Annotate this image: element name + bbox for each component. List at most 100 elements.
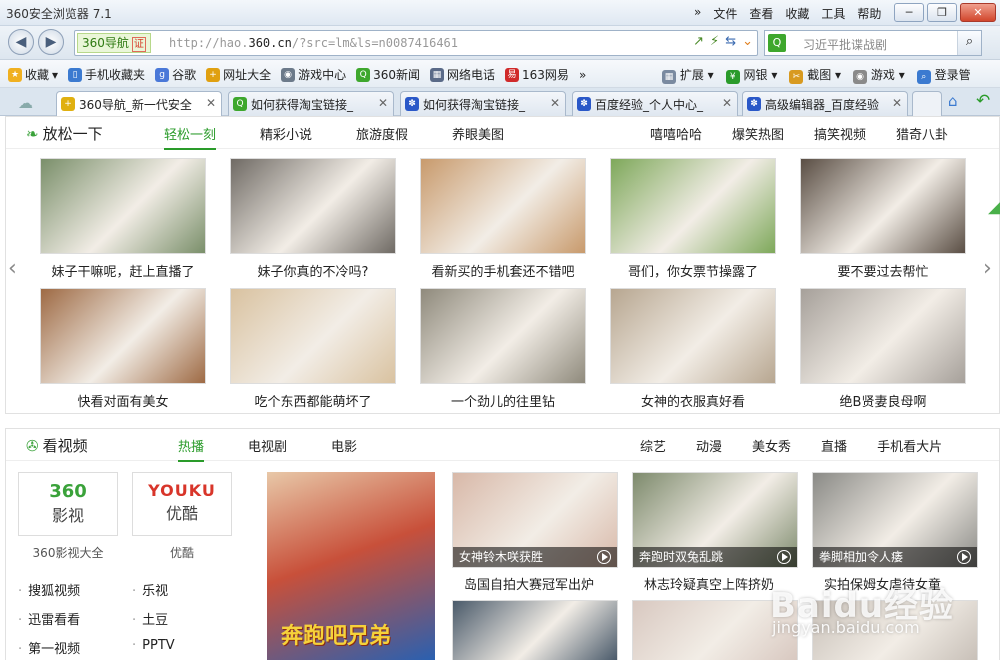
menu-view[interactable]: 查看 [749, 5, 773, 22]
fav-item-games[interactable]: ◉ 游戏中心 [281, 66, 346, 83]
tab-360-nav[interactable]: + 360导航_新一代安全 ✕ [56, 91, 222, 116]
relax-caption-4[interactable]: 哥们，你女票节操露了 [610, 261, 776, 280]
relax-thumb-8[interactable] [420, 288, 586, 384]
relax-caption-7[interactable]: 吃个东西都能萌坏了 [230, 391, 396, 410]
url-text[interactable]: http://hao.360.cn/?src=lm&ls=n0087416461 [169, 36, 458, 50]
logo-360-video[interactable]: 360 影视 [18, 472, 118, 536]
tab-close-icon[interactable]: ✕ [722, 96, 732, 110]
tab-relax-moment[interactable]: 轻松一刻 [164, 124, 217, 150]
lightning-icon[interactable]: ⚡ [710, 34, 719, 49]
maximize-button[interactable]: ❐ [927, 3, 957, 22]
relax-caption-10[interactable]: 绝B贤妻良母啊 [800, 391, 966, 410]
relax-caption-9[interactable]: 女神的衣服真好看 [610, 391, 776, 410]
tab-close-icon[interactable]: ✕ [378, 96, 388, 110]
fav-item-directory[interactable]: + 网址大全 [206, 66, 271, 83]
relax-thumb-9[interactable] [610, 288, 776, 384]
relax-thumb-2[interactable] [230, 158, 396, 254]
tab-close-icon[interactable]: ✕ [206, 96, 216, 110]
logo-youku[interactable]: YOUKU 优酷 [132, 472, 232, 536]
tab-funny-pics[interactable]: 爆笑热图 [732, 124, 784, 143]
video-caption-1[interactable]: 岛国自拍大赛冠军出炉 [464, 574, 594, 593]
menu-favorites[interactable]: 收藏 [785, 5, 809, 22]
fav-item-mobile[interactable]: ▯ 手机收藏夹 [68, 66, 145, 83]
fav-item-google[interactable]: g 谷歌 [155, 66, 196, 83]
relax-thumb-7[interactable] [230, 288, 396, 384]
video-caption-2[interactable]: 林志玲疑真空上阵挤奶 [644, 574, 774, 593]
forward-button[interactable]: ▶ [38, 29, 64, 55]
tab-travel[interactable]: 旅游度假 [356, 124, 408, 150]
next-arrow-icon[interactable]: › [983, 256, 992, 281]
tab-beauty-show[interactable]: 美女秀 [752, 436, 791, 455]
tab-novel[interactable]: 精彩小说 [260, 124, 312, 150]
link-first-video[interactable]: 第一视频 [18, 638, 80, 657]
video-thumb-3[interactable]: 拳脚相加令人痿 [812, 472, 978, 568]
back-button[interactable]: ◀ [8, 29, 34, 55]
play-icon[interactable] [957, 550, 971, 564]
minimize-button[interactable]: ─ [894, 3, 924, 22]
relax-thumb-5[interactable] [800, 158, 966, 254]
tab-close-icon[interactable]: ✕ [550, 96, 560, 110]
relax-thumb-4[interactable] [610, 158, 776, 254]
site-badge[interactable]: 360导航证 [77, 33, 151, 53]
share-icon[interactable]: ↗ [693, 34, 704, 49]
cloud-icon[interactable]: ☁ [18, 94, 33, 112]
relax-caption-3[interactable]: 看新买的手机套还不错吧 [420, 261, 586, 280]
tab-close-icon[interactable]: ✕ [892, 96, 902, 110]
tab-taobao-1[interactable]: Q 如何获得淘宝链接_ ✕ [228, 91, 394, 116]
relax-caption-5[interactable]: 要不要过去帮忙 [800, 261, 966, 280]
games-button[interactable]: ◉ 游戏 ▾ [853, 66, 905, 84]
compat-mode-icon[interactable]: ⇆ [725, 34, 736, 49]
ext-button[interactable]: ▦ 扩展 ▾ [662, 66, 714, 84]
link-xunlei[interactable]: 迅雷看看 [18, 609, 80, 628]
tab-anime[interactable]: 动漫 [696, 436, 722, 455]
cert-badge[interactable]: 证 [131, 37, 146, 52]
feature-video-poster[interactable]: 奔跑吧兄弟 [267, 472, 435, 660]
video-thumb-1[interactable]: 女神铃木咲获胜 [452, 472, 618, 568]
link-sohu-video[interactable]: 搜狐视频 [18, 580, 80, 599]
tab-tv[interactable]: 电视剧 [248, 436, 287, 462]
screenshot-button[interactable]: ✂ 截图 ▾ [789, 66, 841, 84]
tab-gossip[interactable]: 猎奇八卦 [896, 124, 948, 143]
tab-movie[interactable]: 电影 [331, 436, 357, 462]
relax-caption-2[interactable]: 妹子你真的不冷吗? [230, 261, 396, 280]
tab-live[interactable]: 直播 [821, 436, 847, 455]
new-tab-button[interactable] [912, 91, 942, 116]
logo-youku-caption[interactable]: 优酷 [132, 544, 232, 561]
relax-caption-1[interactable]: 妹子干嘛呢，赶上直播了 [40, 261, 206, 280]
link-pptv[interactable]: PPTV [132, 638, 175, 653]
dropdown-arrow-icon[interactable]: ⌄ [742, 34, 753, 49]
close-button[interactable]: ✕ [960, 3, 996, 22]
relax-thumb-6[interactable] [40, 288, 206, 384]
tab-pictures[interactable]: 养眼美图 [452, 124, 504, 150]
tab-variety[interactable]: 综艺 [640, 436, 666, 455]
search-engine-icon[interactable]: Q [768, 34, 786, 52]
fav-item-phone[interactable]: ▦ 网络电话 [430, 66, 495, 83]
tab-baidu-editor[interactable]: ✽ 高级编辑器_百度经验 ✕ [742, 91, 908, 116]
undo-arrow-icon[interactable]: ↶ [976, 91, 990, 111]
search-input[interactable]: 习近平批谍战剧 [803, 36, 887, 53]
fav-item-favorites[interactable]: ★ 收藏 ▾ [8, 66, 58, 83]
menu-file[interactable]: 文件 [713, 5, 737, 22]
tab-funny-video[interactable]: 搞笑视频 [814, 124, 866, 143]
fav-item-163[interactable]: 易 163网易 [505, 66, 569, 83]
menu-help[interactable]: 帮助 [857, 5, 881, 22]
relax-thumb-10[interactable] [800, 288, 966, 384]
fav-item-news[interactable]: Q 360新闻 [356, 66, 420, 83]
search-box[interactable]: Q 习近平批谍战剧 ⌕ [764, 30, 982, 56]
tab-hot[interactable]: 热播 [178, 436, 205, 462]
tab-mobile-movies[interactable]: 手机看大片 [877, 436, 942, 455]
side-tab-icon[interactable]: ◢ [988, 196, 1000, 217]
search-button[interactable]: ⌕ [957, 31, 981, 55]
menu-tools[interactable]: 工具 [821, 5, 845, 22]
link-letv[interactable]: 乐视 [132, 580, 168, 599]
menu-more[interactable]: » [694, 5, 701, 22]
play-icon[interactable] [777, 550, 791, 564]
tab-haha[interactable]: 嘻嘻哈哈 [650, 124, 702, 143]
video-thumb-2[interactable]: 奔跑时双兔乱跳 [632, 472, 798, 568]
relax-caption-8[interactable]: 一个劲儿的往里钻 [420, 391, 586, 410]
video-thumb-4[interactable] [452, 600, 618, 660]
relax-thumb-1[interactable] [40, 158, 206, 254]
relax-caption-6[interactable]: 快看对面有美女 [40, 391, 206, 410]
link-tudou[interactable]: 土豆 [132, 609, 168, 628]
play-icon[interactable] [597, 550, 611, 564]
